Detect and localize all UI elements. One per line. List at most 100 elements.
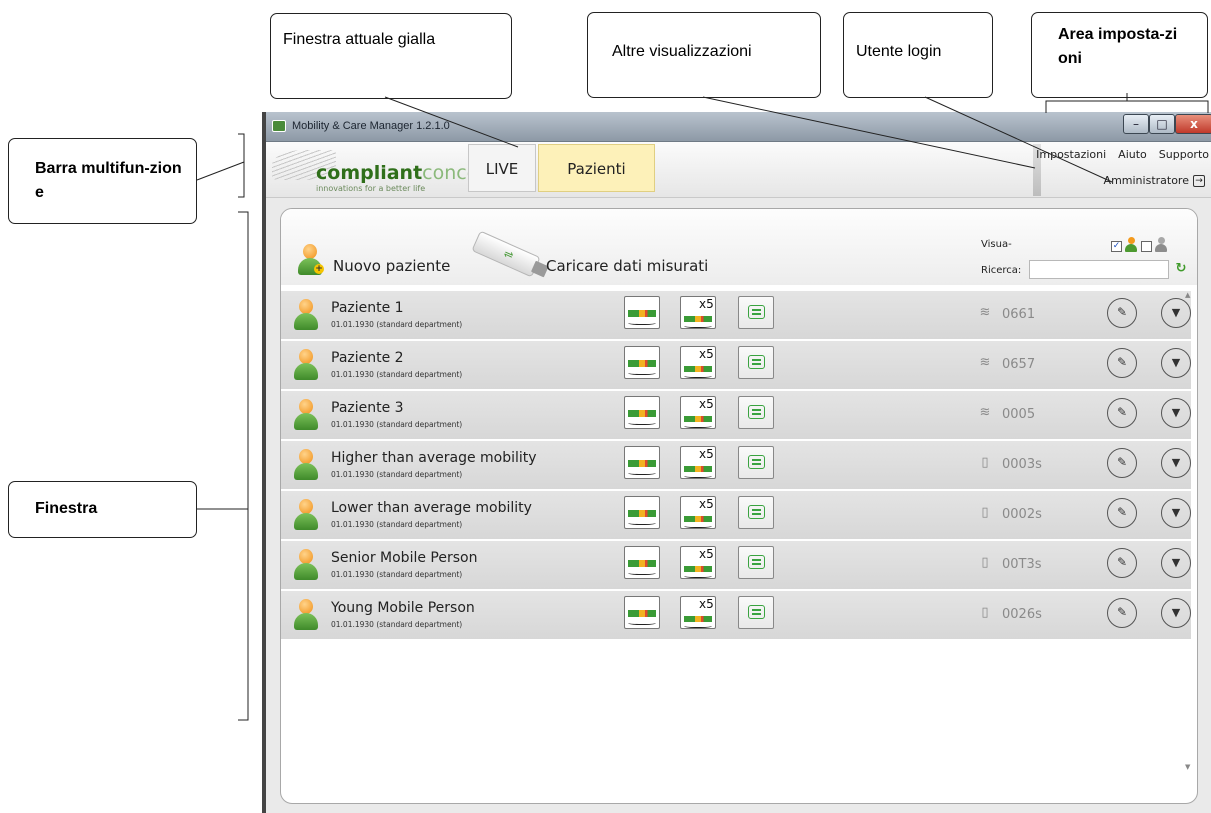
message-button[interactable]	[738, 446, 774, 479]
active-patients-checkbox[interactable]: ✓	[1111, 241, 1122, 252]
activity-chart-button[interactable]	[624, 396, 660, 429]
patient-row[interactable]: Senior Mobile Person 01.01.1930 (standard…	[281, 541, 1191, 589]
multi-day-chart-button[interactable]: x5	[680, 396, 716, 429]
maximize-button[interactable]: □	[1149, 114, 1175, 134]
multi-day-chart-button[interactable]: x5	[680, 596, 716, 629]
edit-pencil-icon[interactable]: ✎	[1107, 498, 1137, 528]
tab-pazienti[interactable]: Pazienti	[538, 144, 655, 192]
patient-name[interactable]: Paziente 2	[331, 350, 404, 366]
refresh-icon[interactable]: ↻	[1174, 262, 1188, 276]
multi-day-chart-button[interactable]: x5	[680, 446, 716, 479]
patient-icon	[293, 549, 319, 581]
patient-name[interactable]: Paziente 1	[331, 300, 404, 316]
edit-pencil-icon[interactable]: ✎	[1107, 598, 1137, 628]
new-patient-button[interactable]: Nuovo paziente	[333, 257, 450, 275]
activity-chart-button[interactable]	[624, 496, 660, 529]
ribbon: compliantconcept innovations for a bette…	[266, 142, 1211, 198]
multi-day-chart-button[interactable]: x5	[680, 346, 716, 379]
support-link[interactable]: Supporto	[1159, 148, 1209, 161]
message-button[interactable]	[738, 396, 774, 429]
message-icon	[748, 405, 765, 419]
brand-bold: compliant	[316, 162, 423, 184]
wifi-icon: ≋	[979, 405, 991, 420]
inactive-patients-checkbox[interactable]	[1141, 241, 1152, 252]
multi-day-label: x5	[699, 447, 714, 461]
patient-row[interactable]: Paziente 1 01.01.1930 (standard departmen…	[281, 291, 1191, 339]
device-id: 0657	[1002, 357, 1036, 372]
message-button[interactable]	[738, 496, 774, 529]
multi-day-chart-button[interactable]: x5	[680, 546, 716, 579]
multi-day-label: x5	[699, 597, 714, 611]
callout-barra-multifunzione: Barra multifun-zione	[8, 138, 197, 224]
patient-icon	[293, 599, 319, 631]
patient-name[interactable]: Lower than average mobility	[331, 500, 532, 516]
patient-name[interactable]: Young Mobile Person	[331, 600, 475, 616]
device-id: 00T3s	[1002, 557, 1042, 572]
patient-row[interactable]: Young Mobile Person 01.01.1930 (standard …	[281, 591, 1191, 639]
patient-meta: 01.01.1930 (standard department)	[331, 520, 463, 529]
view-label: Visua-	[981, 239, 1012, 250]
message-button[interactable]	[738, 546, 774, 579]
patient-row[interactable]: Paziente 3 01.01.1930 (standard departmen…	[281, 391, 1191, 439]
activity-chart-button[interactable]	[624, 446, 660, 479]
app-icon	[272, 120, 286, 132]
patient-name[interactable]: Paziente 3	[331, 400, 404, 416]
patient-row[interactable]: Lower than average mobility 01.01.1930 (s…	[281, 491, 1191, 539]
device-id: 0005	[1002, 407, 1036, 422]
callout-utente-login: Utente login	[843, 12, 993, 98]
close-button[interactable]: x	[1175, 114, 1211, 134]
usb-stick-icon: ▯	[981, 455, 989, 470]
patient-icon	[293, 499, 319, 531]
patient-meta: 01.01.1930 (standard department)	[331, 470, 463, 479]
multi-day-label: x5	[699, 297, 714, 311]
patient-meta: 01.01.1930 (standard department)	[331, 420, 463, 429]
settings-link[interactable]: Impostazioni	[1036, 148, 1106, 161]
active-person-icon	[1125, 237, 1137, 253]
patient-icon	[293, 349, 319, 381]
patient-name[interactable]: Higher than average mobility	[331, 450, 537, 466]
device-id: 0026s	[1002, 607, 1042, 622]
edit-pencil-icon[interactable]: ✎	[1107, 398, 1137, 428]
help-link[interactable]: Aiuto	[1118, 148, 1147, 161]
usb-stick-icon[interactable]: ⇌	[471, 230, 549, 278]
inactive-person-icon	[1155, 237, 1167, 253]
wifi-icon: ≋	[979, 305, 991, 320]
activity-chart-button[interactable]	[624, 596, 660, 629]
logout-icon[interactable]: →	[1193, 175, 1205, 187]
activity-chart-button[interactable]	[624, 546, 660, 579]
edit-pencil-icon[interactable]: ✎	[1107, 548, 1137, 578]
logo-tagline: innovations for a better life	[316, 184, 426, 193]
message-button[interactable]	[738, 296, 774, 329]
search-input[interactable]	[1029, 260, 1169, 279]
patient-icon	[293, 299, 319, 331]
edit-pencil-icon[interactable]: ✎	[1107, 448, 1137, 478]
new-patient-icon[interactable]: +	[297, 244, 324, 276]
edit-pencil-icon[interactable]: ✎	[1107, 298, 1137, 328]
device-id: 0661	[1002, 307, 1036, 322]
compliant-concept-logo: compliantconcept innovations for a bette…	[272, 144, 498, 196]
multi-day-chart-button[interactable]: x5	[680, 496, 716, 529]
tab-live[interactable]: LIVE	[468, 144, 536, 192]
multi-day-chart-button[interactable]: x5	[680, 296, 716, 329]
activity-chart-button[interactable]	[624, 346, 660, 379]
load-data-button[interactable]: Caricare dati misurati	[546, 257, 708, 275]
callout-altre-visualizzazioni: Altre visualizzazioni	[587, 12, 821, 98]
patient-name[interactable]: Senior Mobile Person	[331, 550, 477, 566]
message-icon	[748, 505, 765, 519]
patient-row[interactable]: Paziente 2 01.01.1930 (standard departmen…	[281, 341, 1191, 389]
main-panel: + Nuovo paziente ⇌ Caricare dati misurat…	[280, 208, 1198, 804]
message-icon	[748, 455, 765, 469]
edit-pencil-icon[interactable]: ✎	[1107, 348, 1137, 378]
app-window: Mobility & Care Manager 1.2.1.0 – □ x co…	[262, 112, 1211, 813]
minimize-button[interactable]: –	[1123, 114, 1149, 134]
activity-chart-button[interactable]	[624, 296, 660, 329]
message-button[interactable]	[738, 596, 774, 629]
message-button[interactable]	[738, 346, 774, 379]
window-title: Mobility & Care Manager 1.2.1.0	[292, 120, 450, 132]
usb-stick-icon: ▯	[981, 505, 989, 520]
message-icon	[748, 305, 765, 319]
panel-header: + Nuovo paziente ⇌ Caricare dati misurat…	[281, 209, 1197, 285]
list-scrollbar[interactable]: ▲ ▼	[1184, 291, 1194, 771]
device-id: 0002s	[1002, 507, 1042, 522]
patient-row[interactable]: Higher than average mobility 01.01.1930 (…	[281, 441, 1191, 489]
